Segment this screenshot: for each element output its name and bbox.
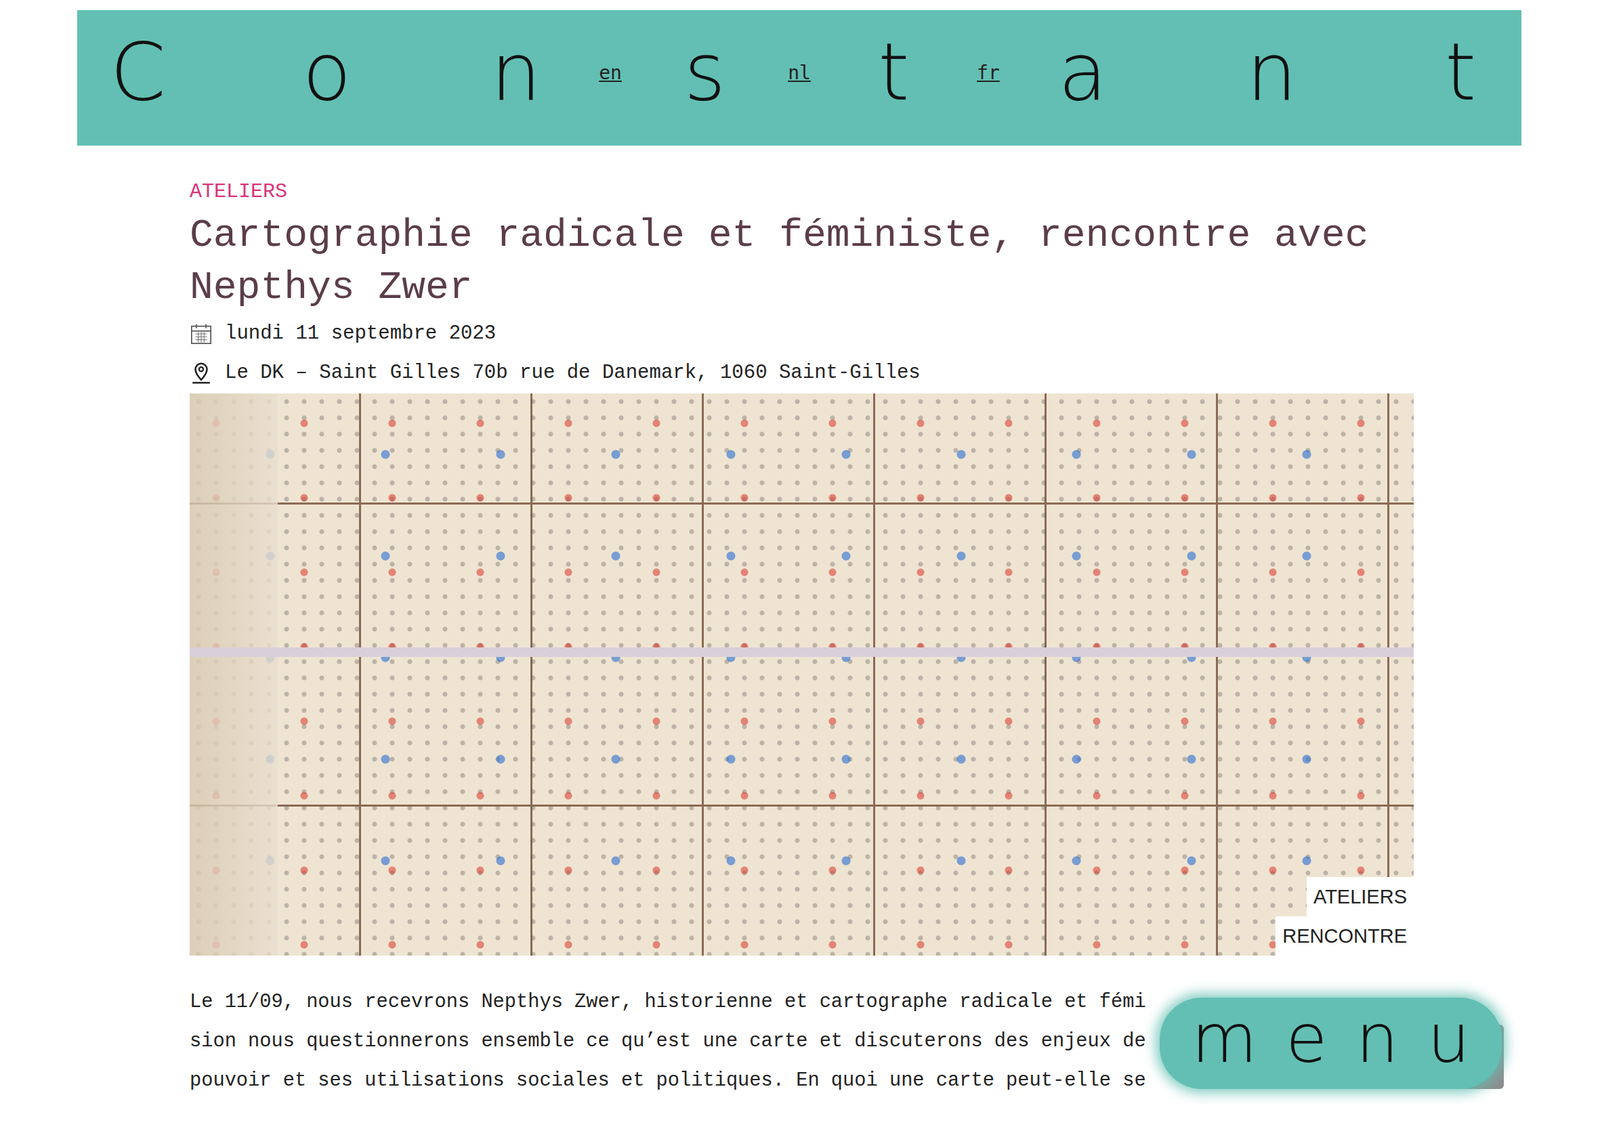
logo-letter[interactable]: o	[279, 31, 374, 112]
tag[interactable]: RENCONTRE	[1275, 916, 1414, 956]
logo-letter[interactable]: a	[1035, 31, 1130, 112]
date-text: lundi 11 septembre 2023	[224, 320, 496, 348]
image-tape	[189, 647, 1414, 658]
logo-letter[interactable]: C	[90, 31, 185, 112]
logo-letter[interactable]: s	[657, 31, 752, 112]
language-link[interactable]: nl	[751, 61, 847, 84]
location-pin-icon	[189, 361, 213, 385]
event-location: Le DK – Saint Gilles 70b rue de Danemark…	[189, 359, 1414, 387]
logo-letter[interactable]: t	[1413, 31, 1508, 112]
menu-button[interactable]: menu	[1159, 997, 1502, 1090]
logo-letter[interactable]: n	[468, 31, 563, 112]
category-link[interactable]: ATELIERS	[189, 179, 1414, 204]
tag-list: ATELIERSRENCONTRE	[1275, 877, 1414, 956]
event-image: ATELIERSRENCONTRE	[189, 393, 1414, 956]
article-title: Cartographie radicale et féministe, renc…	[189, 209, 1414, 314]
logo-letter[interactable]: n	[1224, 31, 1319, 112]
site-header: Co n s t a n t en nl fr	[77, 10, 1522, 146]
language-link[interactable]: en	[562, 61, 658, 84]
language-link[interactable]: fr	[940, 61, 1036, 84]
calendar-icon	[189, 322, 213, 346]
location-text: Le DK – Saint Gilles 70b rue de Danemark…	[224, 359, 921, 387]
event-date: lundi 11 septembre 2023	[189, 320, 1414, 348]
image-paper-edge	[189, 393, 278, 956]
article: ATELIERS Cartographie radicale et féminis…	[189, 179, 1414, 1101]
logo-letter[interactable]: t	[846, 31, 941, 112]
tag[interactable]: ATELIERS	[1306, 877, 1414, 917]
menu-label: menu	[1191, 1005, 1500, 1073]
